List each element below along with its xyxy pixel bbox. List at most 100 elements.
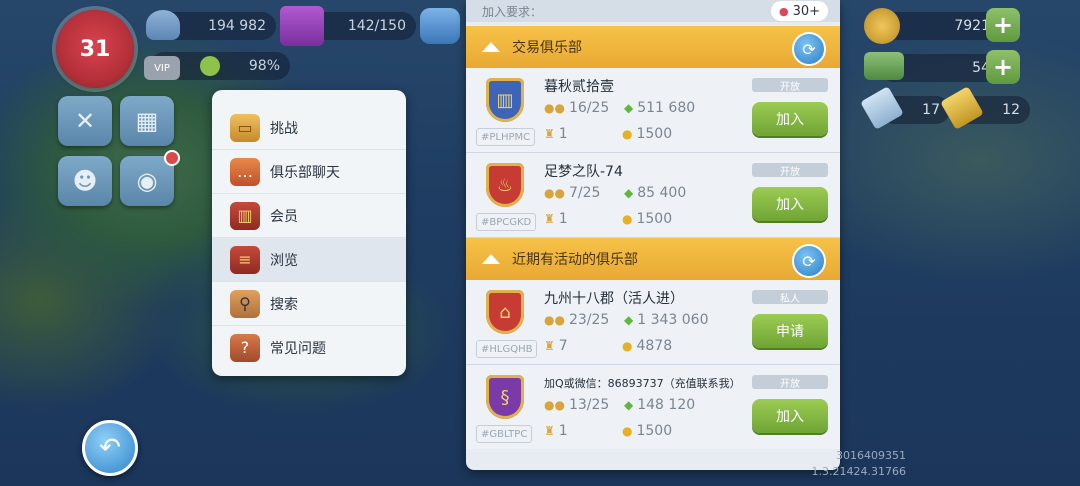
calendar-button[interactable]: ▦ [120, 96, 174, 146]
menu-item-label: 会员 [270, 208, 298, 225]
club-row[interactable]: § #GBLTPC 加Q或微信：86893737（充值联系我） ●● 13/25 ◆ 148… [466, 365, 840, 449]
club-emblem-icon: ▥ [486, 78, 524, 122]
join-button[interactable]: 申请 [752, 314, 828, 348]
player-level: 31 [79, 36, 111, 62]
requirement-value: 4878 [636, 338, 673, 354]
club-emblem-icon: ♨ [486, 163, 524, 207]
members-icon: ●● [544, 398, 565, 412]
club-points: ◆ 148 120 [624, 397, 695, 413]
requirement-label: 加入要求： [482, 4, 543, 19]
player-level-badge[interactable]: 31 [56, 10, 134, 88]
simoleons-value: 7921 [954, 18, 990, 34]
golden-keys-value: 12 [1002, 102, 1020, 118]
coin-icon: ● [622, 127, 633, 141]
members-icon: ●● [544, 101, 565, 115]
menu-item-label: 常见问题 [270, 340, 326, 357]
mayor-pass-icon[interactable] [420, 8, 460, 44]
club-emblem-icon: § [486, 375, 524, 419]
club-members: ●● 13/25 [544, 397, 609, 413]
population-icon [146, 10, 180, 40]
club-points: ◆ 85 400 [624, 185, 686, 201]
back-button[interactable]: ↶ [82, 420, 138, 476]
trophy-icon: ♜ [544, 339, 555, 353]
members-icon: ●● [544, 313, 565, 327]
vip-badge[interactable]: VIP [144, 56, 180, 80]
join-button[interactable]: 加入 [752, 187, 828, 221]
magnifier-icon: ⚲ [230, 289, 260, 318]
happiness-value: 98% [248, 58, 280, 74]
chest-icon: ▭ [230, 113, 260, 142]
join-button[interactable]: 加入 [752, 399, 828, 433]
tools-icon: ✕ [74, 107, 96, 135]
members-value: 16/25 [568, 100, 610, 116]
happiness-face-icon [200, 56, 220, 76]
trophy-icon: ♜ [544, 127, 555, 141]
population-value: 194 982 [208, 18, 266, 34]
members-icon: ●● [544, 186, 565, 200]
collapse-triangle-icon [482, 42, 500, 52]
menu-item-search[interactable]: ⚲ 搜索 [212, 282, 406, 326]
section-active-clubs[interactable]: 近期有活动的俱乐部 ⟳ [466, 238, 840, 280]
build-tools-button[interactable]: ✕ [58, 96, 112, 146]
club-level: ♜ 7 [544, 338, 568, 354]
level-value: 1 [558, 423, 568, 439]
club-members: ●● 7/25 [544, 185, 600, 201]
club-name: 足梦之队-74 [544, 164, 623, 180]
requirement-value: 1500 [636, 126, 673, 142]
club-button[interactable]: ☻ [58, 156, 112, 206]
simcash-icon [864, 52, 904, 80]
points-value: 1 343 060 [637, 312, 709, 328]
menu-item-challenge[interactable]: ▭ 挑战 [212, 106, 406, 150]
trophy-icon: ♜ [544, 424, 555, 438]
plus-icon: + [992, 11, 1014, 39]
storage-icon [280, 6, 324, 46]
notification-dot [164, 150, 180, 166]
requirement-value: 1500 [636, 423, 673, 439]
green-gem-icon: ◆ [624, 101, 634, 115]
club-list-panel: 加入要求： ● 30+ 交易俱乐部 ⟳ ▥ #PLHPMC 暮秋贰拾壹 ●● 16/25… [466, 0, 840, 470]
menu-item-faq[interactable]: ? 常见问题 [212, 326, 406, 369]
menu-item-club-chat[interactable]: … 俱乐部聊天 [212, 150, 406, 194]
club-points: ◆ 1 343 060 [624, 312, 709, 328]
menu-item-browse[interactable]: ≡ 浏览 [212, 238, 406, 282]
menu-item-label: 浏览 [270, 252, 298, 269]
player-id: 3016409351 [836, 449, 906, 462]
section-title: 近期有活动的俱乐部 [512, 252, 638, 268]
level-value: 1 [558, 211, 568, 227]
club-requirement: ● 1500 [622, 423, 672, 439]
club-status-badge: 开放 [752, 375, 828, 390]
members-value: 23/25 [568, 312, 610, 328]
browse-shield-icon: ≡ [230, 245, 260, 274]
back-arrow-icon: ↶ [99, 433, 121, 463]
club-points: ◆ 511 680 [624, 100, 695, 116]
club-name: 暮秋贰拾壹 [544, 79, 614, 95]
join-button[interactable]: 加入 [752, 102, 828, 136]
refresh-icon[interactable]: ⟳ [792, 244, 826, 278]
club-emblem-icon: ⌂ [486, 290, 524, 334]
version-number: 1.3.21424.31766 [811, 465, 906, 478]
menu-item-label: 搜索 [270, 296, 298, 313]
level-value: 1 [558, 126, 568, 142]
green-gem-icon: ◆ [624, 398, 634, 412]
refresh-icon[interactable]: ⟳ [792, 32, 826, 66]
points-value: 148 120 [637, 397, 696, 413]
add-simcash-button[interactable]: + [986, 50, 1020, 84]
club-row[interactable]: ♨ #BPCGKD 足梦之队-74 ●● 7/25 ◆ 85 400 ♜ 1 ● 1500 开放 加入 [466, 153, 840, 238]
club-status-badge: 私人 [752, 290, 828, 305]
club-tag: #BPCGKD [476, 213, 537, 231]
coin-icon: ● [622, 339, 633, 353]
add-simoleons-button[interactable]: + [986, 8, 1020, 42]
club-requirement: ● 1500 [622, 211, 672, 227]
club-tag: #PLHPMC [476, 128, 536, 146]
club-name: 加Q或微信：86893737（充值联系我） [544, 377, 741, 390]
club-level: ♜ 1 [544, 423, 568, 439]
collapse-triangle-icon [482, 254, 500, 264]
trophy-icon: ♜ [544, 212, 555, 226]
simoleon-coin-icon [864, 8, 900, 44]
club-row[interactable]: ⌂ #HLGQHB 九州十八郡（活人进） ●● 23/25 ◆ 1 343 060 ♜ 7 ● 48… [466, 280, 840, 365]
section-trade-clubs[interactable]: 交易俱乐部 ⟳ [466, 26, 840, 68]
points-value: 85 400 [637, 185, 687, 201]
menu-item-members[interactable]: ▥ 会员 [212, 194, 406, 238]
club-row[interactable]: ▥ #PLHPMC 暮秋贰拾壹 ●● 16/25 ◆ 511 680 ♜ 1 ● 1500 开放 加入 [466, 68, 840, 153]
gamepad-icon: ◉ [136, 167, 158, 195]
